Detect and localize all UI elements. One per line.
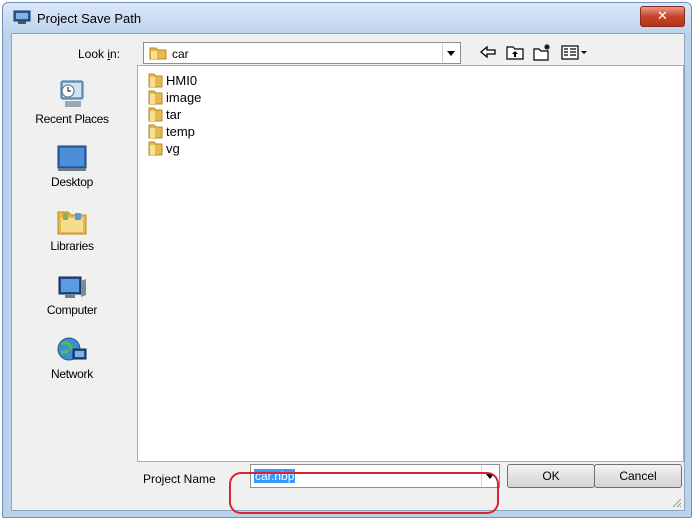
app-icon [13, 10, 31, 24]
ok-button[interactable]: OK [507, 464, 595, 488]
libraries-icon [57, 211, 87, 235]
project-name-label: Project Name [143, 472, 216, 486]
folder-icon [149, 47, 167, 60]
up-folder-icon[interactable] [505, 43, 525, 61]
view-menu-icon[interactable] [560, 43, 590, 61]
chevron-down-icon[interactable] [442, 44, 459, 62]
file-list[interactable]: HMI0 image tar temp vg [137, 65, 684, 462]
file-name: tar [166, 107, 182, 122]
cancel-button[interactable]: Cancel [594, 464, 682, 488]
file-name: image [166, 90, 202, 105]
computer-icon [58, 276, 86, 298]
places-bar: Recent Places Desktop Libraries Computer… [12, 64, 132, 459]
place-desktop[interactable]: Desktop [12, 143, 132, 189]
title-bar[interactable]: Project Save Path ✕ [3, 3, 691, 33]
folder-icon [148, 141, 163, 156]
highlight-annotation [229, 472, 499, 514]
recent-places-icon [60, 80, 84, 107]
back-icon[interactable] [478, 43, 498, 61]
file-name: HMI0 [166, 73, 198, 88]
place-recent-places[interactable]: Recent Places [12, 78, 132, 126]
place-label: Desktop [51, 175, 93, 189]
network-icon [57, 337, 87, 361]
desktop-icon [57, 145, 87, 171]
look-in-dropdown[interactable]: car [143, 42, 461, 64]
look-in-value: car [172, 47, 189, 61]
save-dialog: Project Save Path ✕ Look in: car Recent … [2, 2, 692, 518]
window-title: Project Save Path [37, 11, 142, 26]
folder-icon [148, 73, 163, 88]
folder-icon [148, 90, 163, 105]
file-name: vg [166, 141, 180, 156]
dialog-body: Look in: car Recent Places Desktop Libra… [11, 33, 685, 511]
place-label: Network [51, 367, 93, 381]
close-button[interactable]: ✕ [640, 6, 685, 27]
place-network[interactable]: Network [12, 335, 132, 381]
place-label: Recent Places [35, 112, 109, 126]
file-name: temp [166, 124, 195, 139]
folder-icon [148, 124, 163, 139]
place-libraries[interactable]: Libraries [12, 207, 132, 253]
place-computer[interactable]: Computer [12, 271, 132, 317]
place-label: Libraries [50, 239, 94, 253]
new-folder-icon[interactable] [532, 43, 552, 61]
look-in-label: Look in: [78, 47, 121, 61]
folder-icon [148, 107, 163, 122]
resize-grip-icon[interactable] [672, 498, 682, 508]
place-label: Computer [46, 303, 98, 317]
